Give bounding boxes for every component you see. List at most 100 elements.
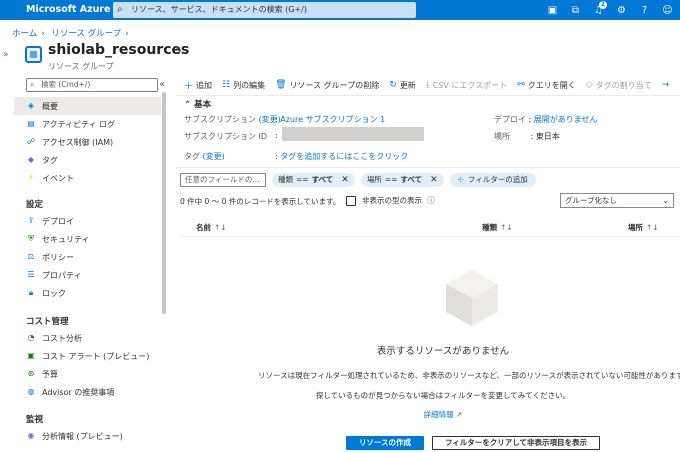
collapse-menu-icon[interactable]: « <box>159 79 165 90</box>
pin-icon[interactable]: ✎ <box>175 46 183 56</box>
sidebar-item-label: Advisor の推奨事項 <box>42 387 115 397</box>
delete-label: リソース グループの削除 <box>289 80 380 90</box>
notifications-icon[interactable]: ♫ 2 <box>590 1 607 18</box>
cloud-shell-icon[interactable]: ▣ <box>544 2 561 18</box>
sidebar-item-iam[interactable]: ☍ アクセス制御 (IAM) <box>14 133 161 151</box>
type-filter-value: すべて <box>311 175 334 184</box>
sidebar-item-cost-analysis[interactable]: ◔ コスト分析 <box>14 329 161 347</box>
menu-search-input[interactable]: ⌕ 検索 (Cmd+/) <box>26 78 158 92</box>
deployments-row: デプロイ : 展開がありません <box>494 114 598 125</box>
location-filter-pill[interactable]: 場所 == すべて ✕ <box>360 173 444 187</box>
sidebar-item-policies[interactable]: ⚖ ポリシー <box>14 248 161 266</box>
search-placeholder: リソース、サービス、ドキュメントの検索 (G+/) <box>131 5 307 14</box>
sidebar-item-label: デプロイ <box>42 216 74 226</box>
tags-change-link[interactable]: (変更) <box>203 152 225 161</box>
download-icon: ⤓ <box>425 80 430 90</box>
deployments-label: デプロイ <box>494 115 526 124</box>
location-filter-name: 場所 <box>366 175 382 184</box>
open-query-button[interactable]: ⚯ クエリを開く <box>517 80 576 91</box>
table-header: 名前 ↑↓ 種類 ↑↓ 場所 ↑↓ <box>176 218 680 236</box>
edit-columns-button[interactable]: ☷ 列の編集 <box>222 80 265 91</box>
filter-field-input[interactable]: 任意のフィールドの... <box>180 173 266 187</box>
record-count: 0 件中 0 ～ 0 件のレコードを表示しています。 <box>180 197 341 206</box>
info-icon[interactable]: ⓘ <box>427 195 435 206</box>
sidebar-item-label: イベント <box>42 173 74 183</box>
add-button[interactable]: ＋追加 <box>184 79 212 92</box>
empty-state-title: 表示するリソースがありません <box>376 346 510 357</box>
menu-search-placeholder: 検索 (Cmd+/) <box>41 80 91 89</box>
essentials-heading: 基本 <box>194 100 212 110</box>
sidebar-item-label: ロック <box>42 288 66 298</box>
sidebar-item-cost-alerts[interactable]: ▣ コスト アラート (プレビュー) <box>14 347 161 365</box>
cost-analysis-icon: ◔ <box>27 333 35 342</box>
location-row: 場所 : 東日本 <box>494 131 560 142</box>
location-label: 場所 <box>494 132 510 141</box>
colon: : <box>528 115 532 124</box>
add-filter-label: フィルターの追加 <box>467 175 528 184</box>
sidebar-item-activity-log[interactable]: ▤ アクティビティ ログ <box>14 115 161 133</box>
menu-scrollbar[interactable] <box>162 92 166 314</box>
column-name[interactable]: 名前 ↑↓ <box>196 222 227 233</box>
add-filter-button[interactable]: ⊹ フィルターの追加 <box>449 173 536 187</box>
remove-filter-icon[interactable]: ✕ <box>430 173 438 187</box>
group-by-dropdown[interactable]: グループ化なし ⌄ <box>560 193 674 208</box>
add-filter-icon: ⊹ <box>457 175 464 184</box>
clear-filters-button[interactable]: フィルターをクリアして非表示項目を表示 <box>432 436 600 450</box>
sidebar-item-overview[interactable]: ◈ 概要 <box>14 97 161 115</box>
top-bar: Microsoft Azure ⌕ リソース、サービス、ドキュメントの検索 (G… <box>0 0 680 20</box>
more-commands-icon[interactable]: → <box>662 80 673 90</box>
main-content: ＋追加 ☷ 列の編集 🗑︎ リソース グループの削除 ↻ 更新 ⤓ CSV にエクスポー… <box>176 75 680 452</box>
delete-resource-group-button[interactable]: 🗑︎ リソース グループの削除 <box>275 80 379 91</box>
settings-gear-icon[interactable]: ⚙ <box>613 2 630 18</box>
assign-tags-button[interactable]: ◇ タグの割り当て <box>586 80 652 91</box>
breadcrumb-chevron-icon: › <box>41 29 45 39</box>
assign-tags-label: タグの割り当て <box>595 80 652 90</box>
filter-bar: 任意のフィールドの... 種類 == すべて ✕ 場所 == すべて ✕ ⊹ フ… <box>180 173 536 187</box>
section-settings: 設定 <box>26 200 44 210</box>
location-filter-value: すべて <box>400 175 423 184</box>
breadcrumb-resource-groups[interactable]: リソース グループ <box>51 29 121 39</box>
brand-label[interactable]: Microsoft Azure <box>26 4 111 15</box>
add-label: 追加 <box>196 80 213 90</box>
essentials-toggle[interactable]: ⌃ 基本 <box>184 98 211 110</box>
expand-menu-icon[interactable]: » <box>3 50 9 60</box>
policy-icon: ⚖ <box>27 252 35 261</box>
feedback-icon[interactable]: ☺ <box>659 2 676 18</box>
column-type[interactable]: 種類 ↑↓ <box>482 222 513 233</box>
top-icons: ▣ ⧉ ♫ 2 ⚙ ? ☺ <box>544 1 676 18</box>
sidebar-item-events[interactable]: ⚡ イベント <box>14 169 161 187</box>
refresh-button[interactable]: ↻ 更新 <box>389 80 416 91</box>
columns-icon: ☷ <box>222 80 231 90</box>
budget-icon: ⊛ <box>27 369 35 378</box>
global-search-input[interactable]: ⌕ リソース、サービス、ドキュメントの検索 (G+/) <box>113 2 416 18</box>
remove-filter-icon[interactable]: ✕ <box>341 173 349 187</box>
export-csv-button[interactable]: ⤓ CSV にエクスポート <box>426 80 507 91</box>
learn-more-link[interactable]: 詳細情報 ↗ <box>176 409 680 420</box>
show-hidden-checkbox[interactable]: 非表示の型の表示 ⓘ <box>346 195 435 206</box>
sidebar-item-security[interactable]: ⛨ セキュリティ <box>14 230 161 248</box>
help-icon[interactable]: ? <box>636 2 653 18</box>
cost-alert-icon: ▣ <box>27 351 35 360</box>
subscription-label: サブスクリプション <box>184 115 256 124</box>
sidebar-item-deployments[interactable]: ⇪ デプロイ <box>14 212 161 230</box>
checkbox-box[interactable] <box>346 195 356 206</box>
column-location[interactable]: 場所 ↑↓ <box>628 222 659 233</box>
sidebar-item-budgets[interactable]: ⊛ 予算 <box>14 365 161 383</box>
sidebar-item-advisor[interactable]: ◍ Advisor の推奨事項 <box>14 383 161 401</box>
section-cost-management: コスト管理 <box>26 317 69 327</box>
group-by-value: グループ化なし <box>565 196 618 205</box>
sidebar-item-tags[interactable]: ◆ タグ <box>14 151 161 169</box>
insights-icon: ◉ <box>27 431 35 440</box>
deployments-link[interactable]: 展開がありません <box>534 115 598 124</box>
add-tags-link[interactable]: タグを追加するにはここをクリック <box>280 152 408 161</box>
directory-filter-icon[interactable]: ⧉ <box>567 2 584 18</box>
create-resource-button[interactable]: リソースの作成 <box>346 436 424 450</box>
subscription-value-link[interactable]: Azure サブスクリプション 1 <box>280 115 385 124</box>
breadcrumb-home[interactable]: ホーム <box>12 29 37 39</box>
sidebar-item-properties[interactable]: ☰ プロパティ <box>14 266 161 284</box>
show-hidden-label: 非表示の型の表示 <box>362 196 422 205</box>
sidebar-item-locks[interactable]: 🔒︎ ロック <box>14 284 161 302</box>
refresh-icon: ↻ <box>389 80 397 90</box>
sidebar-item-insights[interactable]: ◉ 分析情報 (プレビュー) <box>14 427 161 445</box>
type-filter-pill[interactable]: 種類 == すべて ✕ <box>272 173 355 187</box>
